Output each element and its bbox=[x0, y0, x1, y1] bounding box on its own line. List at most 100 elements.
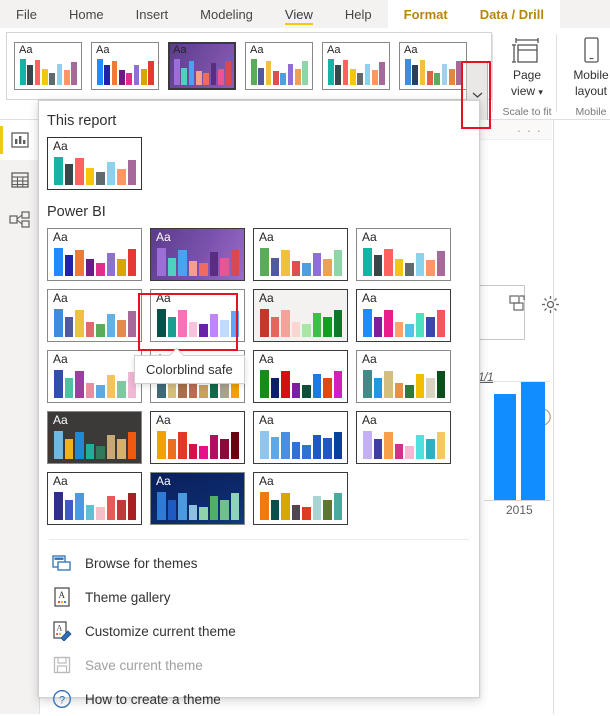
theme-swatch-bar bbox=[49, 73, 56, 85]
theme-swatch-bar bbox=[312, 435, 321, 459]
theme-swatch-bar bbox=[111, 61, 118, 85]
theme-swatch[interactable]: Aa bbox=[47, 411, 142, 464]
theme-swatch-bar bbox=[363, 370, 372, 398]
menu-item-customize-current-theme[interactable]: A Customize current theme bbox=[39, 614, 479, 648]
theme-swatch[interactable]: Aa bbox=[253, 228, 348, 281]
theme-swatch[interactable]: Aa bbox=[150, 228, 245, 281]
menu-item-browse-for-themes[interactable]: Browse for themes bbox=[39, 546, 479, 580]
page-view-group[interactable]: Page view ▾ Scale to fit bbox=[496, 32, 558, 118]
theme-swatch-bars bbox=[157, 429, 239, 459]
ribbon-tab-data-drill[interactable]: Data / Drill bbox=[463, 0, 560, 28]
gear-icon[interactable] bbox=[541, 295, 560, 314]
menu-item-theme-gallery[interactable]: A Theme gallery bbox=[39, 580, 479, 614]
theme-swatch[interactable]: Aa bbox=[14, 42, 82, 90]
theme-swatch-sample-text: Aa bbox=[250, 44, 264, 56]
mobile-layout-group[interactable]: Mobile layout Mobile bbox=[560, 32, 610, 118]
theme-swatch-bars bbox=[405, 57, 462, 85]
theme-swatch-bar bbox=[230, 432, 239, 459]
theme-swatch-bar bbox=[106, 162, 115, 185]
theme-swatch-bar bbox=[117, 320, 126, 337]
theme-swatch[interactable]: Aa bbox=[150, 289, 245, 342]
theme-swatch[interactable]: Aa bbox=[356, 350, 451, 403]
nav-item-data-view[interactable] bbox=[0, 160, 40, 200]
theme-swatch[interactable]: Aa bbox=[253, 289, 348, 342]
theme-swatch[interactable]: Aa bbox=[91, 42, 159, 90]
theme-swatch-bars bbox=[54, 490, 136, 520]
theme-swatch-bar bbox=[118, 70, 125, 85]
theme-swatch[interactable]: Aa bbox=[47, 350, 142, 403]
theme-swatch-bar bbox=[251, 59, 257, 85]
nav-item-model-view[interactable] bbox=[0, 200, 40, 240]
theme-swatch[interactable]: Aa bbox=[168, 42, 236, 90]
theme-swatch-bar bbox=[96, 446, 105, 459]
theme-swatch-bar bbox=[85, 322, 94, 337]
theme-swatch[interactable]: Aa bbox=[399, 42, 467, 90]
theme-swatch-bar bbox=[178, 310, 187, 337]
ribbon-tab-help[interactable]: Help bbox=[329, 0, 388, 28]
theme-swatch-bar bbox=[178, 250, 187, 276]
nav-item-report-view[interactable] bbox=[0, 120, 40, 160]
theme-swatch-bar bbox=[323, 438, 332, 459]
ribbon-tab-home[interactable]: Home bbox=[53, 0, 120, 28]
theme-swatch[interactable]: Aa bbox=[47, 289, 142, 342]
save-disk-icon bbox=[51, 654, 73, 676]
chart-bar bbox=[521, 382, 545, 500]
theme-swatch-bar bbox=[323, 378, 332, 398]
theme-swatch-bars bbox=[260, 368, 342, 398]
theme-swatch[interactable]: Aa bbox=[47, 228, 142, 281]
theme-swatch[interactable]: Aa bbox=[322, 42, 390, 90]
ribbon-tab-file[interactable]: File bbox=[0, 0, 53, 28]
ribbon-tab-insert[interactable]: Insert bbox=[120, 0, 185, 28]
theme-swatch-bar bbox=[265, 61, 272, 85]
theme-swatch[interactable]: Aa bbox=[150, 472, 245, 525]
theme-swatch[interactable]: Aa bbox=[253, 411, 348, 464]
theme-swatch-bar bbox=[64, 164, 73, 185]
mobile-layout-label-line1: Mobile bbox=[573, 68, 609, 82]
theme-swatch[interactable]: Aa bbox=[253, 350, 348, 403]
theme-swatch-bar bbox=[85, 444, 94, 459]
theme-swatch-bar bbox=[384, 249, 393, 276]
theme-swatch-bar bbox=[174, 59, 180, 85]
page-view-label-line2: view ▾ bbox=[511, 84, 543, 98]
theme-swatch-bar bbox=[210, 63, 217, 85]
theme-swatch-bar bbox=[54, 431, 63, 459]
theme-swatch-bar bbox=[357, 73, 364, 85]
more-options-icon[interactable]: · · · bbox=[517, 123, 542, 138]
theme-swatch[interactable]: Aa bbox=[356, 228, 451, 281]
theme-swatch[interactable]: Aa bbox=[150, 411, 245, 464]
theme-swatch-sample-text: Aa bbox=[259, 474, 274, 488]
theme-swatch-bar bbox=[302, 263, 311, 276]
theme-swatch[interactable]: Aa bbox=[253, 472, 348, 525]
theme-swatch[interactable]: Aa bbox=[47, 472, 142, 525]
themes-gallery[interactable]: Aa Aa Aa Aa Aa Aa bbox=[6, 32, 492, 100]
menu-item-how-to-create-a-theme[interactable]: ? How to create a theme bbox=[39, 682, 479, 716]
ribbon-group-divider bbox=[492, 34, 493, 112]
theme-swatch-sample-text: Aa bbox=[156, 474, 171, 488]
theme-grid: AaAaAaAaAaAaAaAaAaAaAaAaAaAaAaAaAaAaAa bbox=[39, 228, 479, 525]
theme-swatch-sample-text: Aa bbox=[156, 413, 171, 427]
theme-swatch[interactable]: Aa bbox=[47, 137, 142, 190]
theme-swatch-sample-text: Aa bbox=[53, 230, 68, 244]
theme-swatch[interactable]: Aa bbox=[356, 411, 451, 464]
theme-swatch-bar bbox=[312, 496, 321, 520]
theme-swatch-bar bbox=[96, 507, 105, 520]
ribbon-tab-modeling[interactable]: Modeling bbox=[184, 0, 269, 28]
question-circle-icon: ? bbox=[51, 688, 73, 710]
focus-mode-icon[interactable] bbox=[509, 295, 529, 314]
theme-tooltip-label: Colorblind safe bbox=[146, 362, 233, 377]
theme-swatch-bars bbox=[174, 57, 231, 85]
theme-swatch[interactable]: Aa bbox=[245, 42, 313, 90]
theme-swatch-sample-text: Aa bbox=[53, 291, 68, 305]
theme-swatch-bar bbox=[270, 258, 279, 276]
mobile-layout-label-line2: layout bbox=[574, 84, 608, 98]
theme-swatch-bar bbox=[260, 492, 269, 520]
ribbon-tab-format[interactable]: Format bbox=[387, 0, 464, 28]
theme-swatch-bar bbox=[302, 324, 311, 337]
theme-swatch-sample-text: Aa bbox=[156, 291, 171, 305]
ribbon-tab-view[interactable]: View bbox=[269, 0, 329, 28]
theme-swatch-bar bbox=[199, 446, 208, 459]
theme-swatch[interactable]: Aa bbox=[356, 289, 451, 342]
theme-swatch-bar bbox=[333, 250, 342, 276]
theme-swatch-bar bbox=[220, 500, 229, 520]
theme-swatch-bar bbox=[333, 493, 342, 520]
